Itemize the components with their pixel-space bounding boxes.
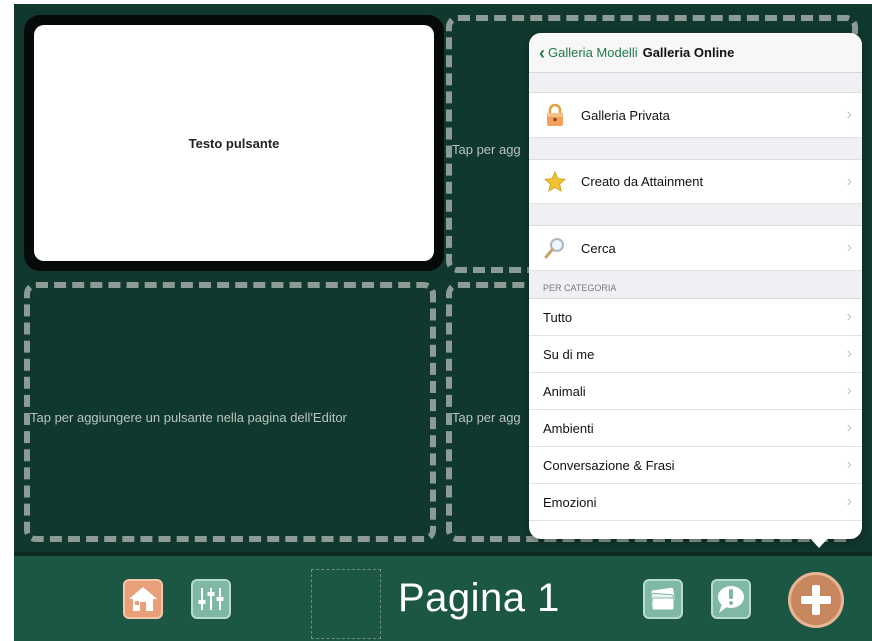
chevron-right-icon: › — [846, 456, 852, 473]
speak-button[interactable] — [711, 579, 751, 619]
section-gap — [529, 204, 862, 226]
speech-bubble-icon — [713, 586, 749, 621]
section-gap — [529, 138, 862, 160]
category-label: Tutto — [543, 309, 573, 325]
page-thumbnail[interactable] — [311, 569, 381, 639]
section-gap — [529, 73, 862, 93]
category-label: Animali — [543, 383, 586, 399]
empty-cell-3[interactable]: Tap per aggiungere un pulsante nella pag… — [24, 282, 436, 542]
cards-button[interactable] — [643, 579, 683, 619]
category-item[interactable]: Emozioni › — [529, 484, 862, 521]
category-item[interactable]: Animali › — [529, 373, 862, 410]
settings-button[interactable] — [191, 579, 231, 619]
popover-nav-bar: ‹ Galleria Modelli Galleria Online — [529, 33, 862, 73]
category-item[interactable]: Conversazione & Frasi › — [529, 447, 862, 484]
bottom-toolbar: Pagina 1 — [14, 552, 872, 641]
chevron-right-icon: › — [846, 382, 852, 399]
page-label: Pagina 1 — [398, 576, 560, 620]
menu-item-search[interactable]: Cerca › — [529, 226, 862, 271]
home-icon — [125, 587, 161, 621]
menu-item-private-gallery[interactable]: Galleria Privata › — [529, 93, 862, 138]
chevron-right-icon: › — [846, 308, 852, 325]
empty-cell-placeholder: Tap per agg — [452, 410, 521, 425]
category-label: Ambienti — [543, 420, 594, 436]
gallery-popover: ‹ Galleria Modelli Galleria Online Galle… — [529, 33, 862, 539]
back-button-label: Galleria Modelli — [548, 45, 638, 60]
category-item[interactable]: Su di me › — [529, 336, 862, 373]
button-cell-1[interactable]: Testo pulsante — [24, 15, 444, 271]
button-label: Testo pulsante — [34, 25, 434, 261]
magnifier-icon — [543, 236, 567, 260]
chevron-right-icon: › — [846, 172, 852, 190]
add-icon — [791, 585, 841, 629]
chevron-right-icon: › — [846, 239, 852, 256]
empty-cell-placeholder: Tap per aggiungere un pulsante nella pag… — [30, 410, 347, 425]
sliders-icon — [193, 588, 229, 621]
chevron-right-icon: › — [846, 493, 852, 510]
app-canvas: Testo pulsante Tap per agg Tap per aggiu… — [14, 4, 872, 641]
popover-arrow — [808, 536, 830, 548]
lock-icon — [543, 103, 567, 127]
home-button[interactable] — [123, 579, 163, 619]
empty-cell-placeholder: Tap per agg — [452, 142, 521, 157]
section-header: PER CATEGORIA — [529, 271, 862, 299]
chevron-left-icon: ‹ — [539, 42, 545, 63]
add-button[interactable] — [788, 572, 844, 628]
category-item[interactable]: Ambienti › — [529, 410, 862, 447]
menu-item-attainment[interactable]: Creato da Attainment › — [529, 160, 862, 204]
popover-title: Galleria Online — [642, 45, 735, 60]
category-label: Emozioni — [543, 494, 597, 510]
category-item[interactable]: Tutto › — [529, 299, 862, 336]
chevron-right-icon: › — [846, 345, 852, 362]
menu-item-label: Creato da Attainment — [581, 174, 704, 189]
chevron-right-icon: › — [846, 419, 852, 436]
star-icon — [543, 170, 567, 194]
category-label: Conversazione & Frasi — [543, 457, 675, 473]
chevron-right-icon: › — [846, 106, 852, 123]
menu-item-label: Galleria Privata — [581, 107, 670, 123]
category-label: Su di me — [543, 346, 595, 362]
menu-item-label: Cerca — [581, 240, 616, 256]
back-button[interactable]: ‹ Galleria Modelli — [539, 44, 643, 62]
cards-icon — [645, 587, 681, 621]
